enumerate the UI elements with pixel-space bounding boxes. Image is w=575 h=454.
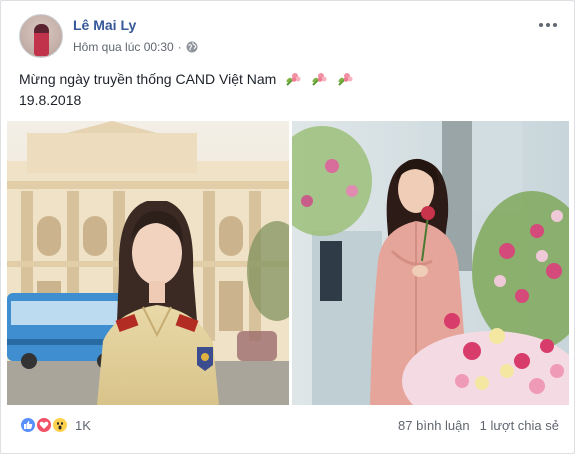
author-name[interactable]: Lê Mai Ly (73, 17, 136, 33)
comment-count[interactable]: 87 bình luận (398, 418, 470, 433)
post-text-line2: 19.8.2018 (19, 92, 82, 108)
rose-bouquet-icon (312, 73, 327, 86)
rose-bouquet-icon (338, 73, 353, 86)
globe-icon[interactable] (186, 41, 198, 53)
rose-bouquet-icon (286, 73, 301, 86)
photo-woman-pink-dress-flowers[interactable] (292, 121, 569, 405)
post-text-line1: Mừng ngày truyền thống CAND Việt Nam (19, 71, 277, 87)
more-options-icon[interactable] (537, 18, 559, 32)
post-card: Lê Mai Ly Hôm qua lúc 00:30 · Mừng ngày … (0, 0, 575, 454)
photo-woman-police-uniform[interactable] (7, 121, 289, 405)
photo-grid (7, 121, 569, 405)
post-footer: 1K 87 bình luận 1 lượt chia sẻ (19, 413, 559, 437)
share-count[interactable]: 1 lượt chia sẻ (480, 418, 559, 433)
post-stats: 87 bình luận 1 lượt chia sẻ (398, 418, 559, 433)
wow-icon (51, 416, 69, 434)
reactions-summary[interactable]: 1K (19, 416, 91, 434)
avatar[interactable] (19, 14, 63, 58)
post-text: Mừng ngày truyền thống CAND Việt Nam 19.… (19, 69, 559, 111)
post-header: Lê Mai Ly Hôm qua lúc 00:30 · (19, 14, 559, 58)
post-timestamp[interactable]: Hôm qua lúc 00:30 (73, 40, 174, 54)
reaction-count[interactable]: 1K (75, 418, 91, 433)
post-meta: Hôm qua lúc 00:30 · (73, 40, 198, 54)
